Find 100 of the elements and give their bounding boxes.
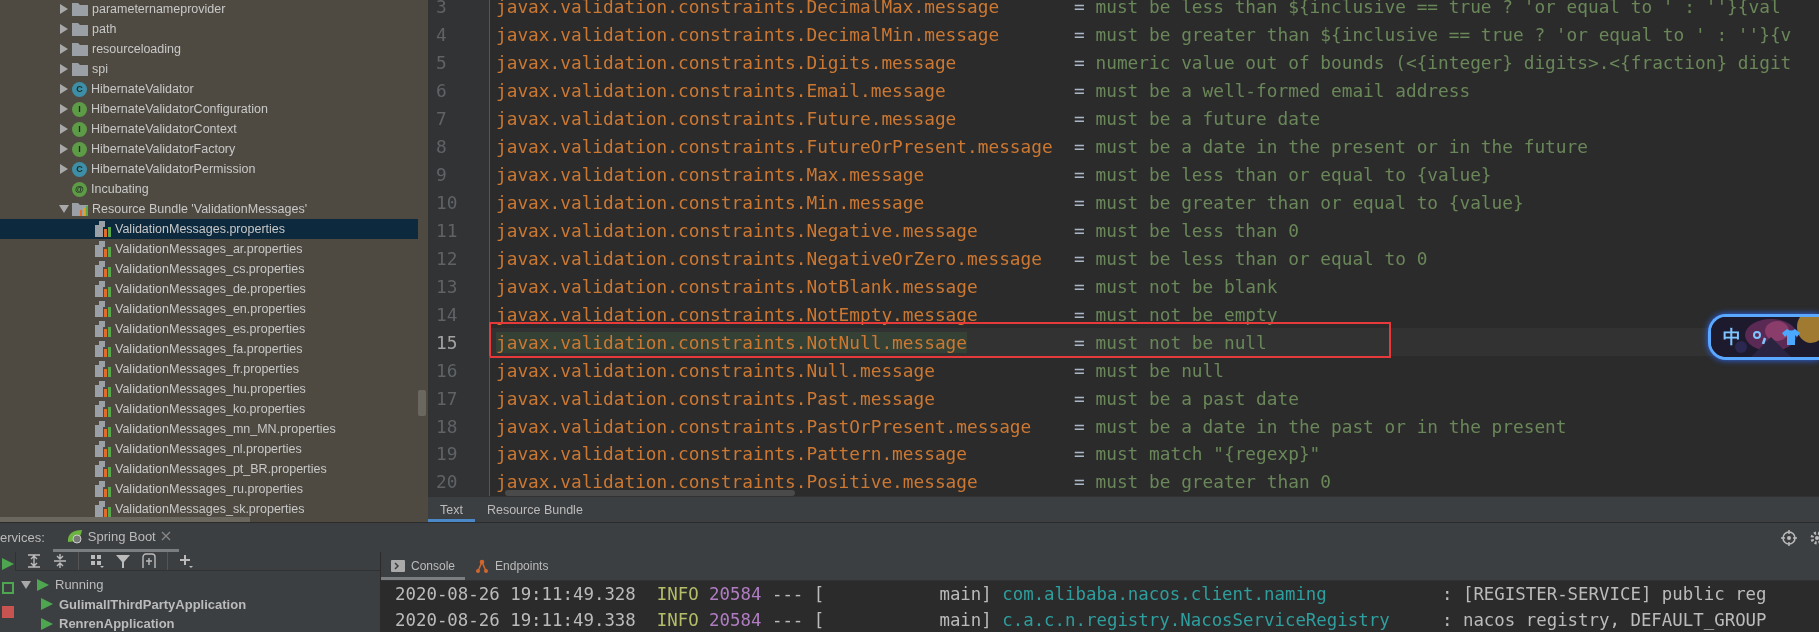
run-icon [37,578,49,591]
tree-item[interactable]: GulimallThirdPartyApplication [15,594,380,614]
properties-file-icon [95,361,111,377]
expand-arrow-icon[interactable] [59,124,69,134]
properties-file-icon [95,441,111,457]
punctuation-icon[interactable] [1753,330,1769,344]
tree-item[interactable]: Running [15,575,380,595]
properties-file-icon [95,221,111,237]
collapse-all-icon[interactable] [52,553,68,569]
equals-sign: = [1074,0,1085,18]
property-key: javax.validation.constraints.NotNull.message [496,331,968,353]
expand-arrow-icon[interactable] [59,44,69,54]
expand-arrow-icon[interactable] [59,164,69,174]
terminal-icon [391,560,405,572]
tree-item[interactable]: ValidationMessages_de.properties [0,279,418,299]
tree-item[interactable]: resourceloading [0,39,418,59]
group-icon[interactable] [89,553,105,569]
tree-item[interactable]: I HibernateValidatorContext [0,119,418,139]
scrollbar-thumb[interactable] [505,490,795,496]
annotation-icon: @ [72,181,87,197]
interface-icon: I [72,121,87,137]
property-key: javax.validation.constraints.NotEmpty.message [496,303,978,325]
tree-item[interactable]: ValidationMessages_es.properties [0,319,418,339]
editor-tab[interactable]: Resource Bundle [474,497,595,522]
property-value: must be greater than 0 [1095,471,1331,493]
tree-item[interactable]: ValidationMessages_ar.properties [0,239,418,259]
log-logger: c.a.c.n.registry.NacosServiceRegistry [1002,610,1391,630]
equals-sign: = [1074,471,1085,493]
property-key: javax.validation.constraints.Min.message [496,192,925,214]
tree-item[interactable]: RenrenApplication [15,614,380,632]
tree-item[interactable]: I HibernateValidatorFactory [0,139,418,159]
tree-item[interactable]: ValidationMessages_en.properties [0,299,418,319]
console-tab[interactable]: Endpoints [465,552,559,580]
bundle-icon [72,202,88,216]
console-tab[interactable]: Console [381,552,466,580]
tree-item[interactable]: ValidationMessages_cs.properties [0,259,418,279]
input-mode-toggle[interactable]: 中 [1723,325,1741,349]
tree-item[interactable]: parameternameprovider [0,0,418,19]
property-value: must be null [1095,359,1224,381]
tree-item[interactable]: C HibernateValidatorPermission [0,159,418,179]
scrollbar-thumb[interactable] [0,517,250,522]
tree-item[interactable]: ValidationMessages_ko.properties [0,399,418,419]
add-service-icon[interactable] [141,553,157,569]
tree-item[interactable]: ValidationMessages_pt_BR.properties [0,459,418,479]
log-pid: 20584 [709,610,763,630]
property-key: javax.validation.constraints.Negative.message [496,219,978,241]
properties-file-icon [95,381,111,397]
tree-item[interactable]: ValidationMessages_sk.properties [0,499,418,519]
tree-item[interactable]: ValidationMessages_hu.properties [0,379,418,399]
expand-arrow-icon[interactable] [59,24,69,34]
class-icon: C [72,161,87,177]
rerun-icon[interactable] [1,582,14,594]
tree-item[interactable]: Resource Bundle 'ValidationMessages' [0,199,418,219]
folder-icon [72,2,88,16]
property-key: javax.validation.constraints.Null.message [496,359,935,381]
expand-arrow-icon[interactable] [59,144,69,154]
collapse-arrow-icon[interactable] [21,579,31,590]
tree-item[interactable]: @ Incubating [0,179,418,199]
property-value: must not be null [1095,331,1267,353]
expand-arrow-icon[interactable] [59,4,69,14]
property-key: javax.validation.constraints.Pattern.message [496,443,968,465]
equals-sign: = [1074,387,1085,409]
nodes-icon [475,559,490,573]
properties-file-icon [95,501,111,517]
expand-all-icon[interactable] [26,553,42,569]
equals-sign: = [1074,80,1085,102]
log-thread: --- [ main] [771,584,993,604]
expand-arrow-icon[interactable] [59,64,69,74]
property-key: javax.validation.constraints.Email.message [496,80,946,102]
property-value: must be greater than ${inclusive == true ? 'or equal to ' : ''}{v [1095,24,1792,46]
crosshair-icon[interactable] [1781,529,1797,546]
properties-file-icon [95,341,111,357]
expand-arrow-icon[interactable] [59,104,69,114]
shirt-icon[interactable] [1781,328,1801,346]
tree-item[interactable]: ValidationMessages.properties [0,219,418,239]
collapse-arrow-icon[interactable] [59,204,69,214]
tree-item[interactable]: C HibernateValidator [0,79,418,99]
tree-item[interactable]: ValidationMessages_fr.properties [0,359,418,379]
tree-item[interactable]: ValidationMessages_mn_MN.properties [0,419,418,439]
properties-file-icon [95,461,111,477]
property-value: must be a past date [1095,387,1299,409]
tree-item[interactable]: I HibernateValidatorConfiguration [0,99,418,119]
tree-item[interactable]: spi [0,59,418,79]
stop-icon[interactable] [1,606,14,618]
properties-file-icon [95,421,111,437]
property-key: javax.validation.constraints.Future.message [496,108,957,130]
folder-icon [72,42,88,56]
run-icon[interactable] [1,558,14,570]
equals-sign: = [1074,303,1085,325]
tree-item[interactable]: ValidationMessages_ru.properties [0,479,418,499]
tree-item[interactable]: path [0,19,418,39]
expand-arrow-icon[interactable] [59,84,69,94]
property-value: must be a future date [1095,108,1321,130]
tree-item[interactable]: ValidationMessages_fa.properties [0,339,418,359]
equals-sign: = [1074,219,1085,241]
add-icon[interactable] [178,553,194,569]
tree-item[interactable]: ValidationMessages_nl.properties [0,439,418,459]
scrollbar-thumb[interactable] [418,390,426,416]
property-key: javax.validation.constraints.Digits.message [496,52,957,74]
close-icon[interactable] [160,531,171,541]
